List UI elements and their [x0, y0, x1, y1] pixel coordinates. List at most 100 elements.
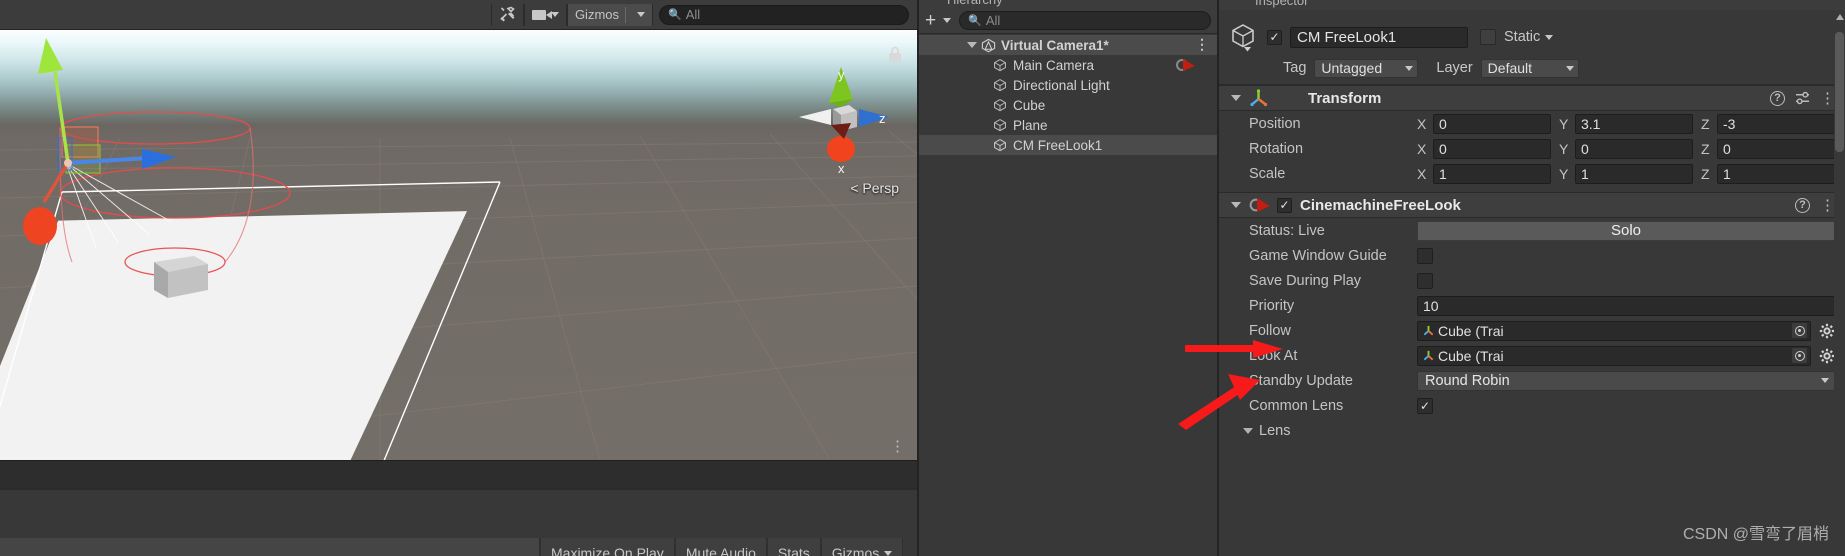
rotation-z-input[interactable]: 0: [1717, 138, 1835, 159]
inspector-scrollbar[interactable]: [1834, 10, 1845, 556]
chevron-down-icon[interactable]: [1545, 34, 1554, 40]
help-icon[interactable]: ?: [1770, 90, 1785, 106]
scene-viewport[interactable]: y z x < Persp: [0, 30, 917, 460]
gizmos-dropdown-button[interactable]: Gizmos: [820, 538, 904, 556]
look-at-object-field[interactable]: Cube (Trai: [1417, 345, 1811, 366]
scroll-up-arrow-icon[interactable]: [1836, 14, 1844, 20]
freelook-look-at-row: Look At Cube (Trai: [1219, 343, 1845, 368]
inspector-tab-label[interactable]: Inspector: [1255, 0, 1308, 8]
hierarchy-row-label: Directional Light: [1013, 77, 1110, 93]
hierarchy-search-placeholder: All: [985, 13, 1001, 28]
hierarchy-row-label: Main Camera: [1013, 57, 1095, 73]
triangle-down-icon[interactable]: [1231, 202, 1241, 208]
hierarchy-search-input[interactable]: 🔍 All: [959, 11, 1211, 30]
scale-x-input[interactable]: 1: [1433, 163, 1551, 184]
freelook-common-lens-row: Common Lens ✓: [1219, 393, 1845, 418]
position-y-input[interactable]: 3.1: [1575, 113, 1693, 134]
svg-text:x: x: [838, 161, 845, 175]
common-lens-checkbox[interactable]: ✓: [1417, 397, 1433, 414]
priority-input[interactable]: 10: [1417, 295, 1835, 316]
stats-button[interactable]: Stats: [766, 538, 821, 556]
chevron-down-icon[interactable]: [943, 18, 952, 23]
triangle-down-icon[interactable]: [1231, 95, 1241, 101]
game-window-guides-checkbox[interactable]: [1417, 247, 1433, 264]
gear-icon[interactable]: [1819, 348, 1835, 364]
mute-audio-button[interactable]: Mute Audio: [674, 538, 767, 556]
transform-position-row: Position X 0 Y 3.1 Z -3: [1219, 111, 1845, 136]
kebab-menu-icon[interactable]: ⋮: [1820, 198, 1835, 213]
layer-dropdown[interactable]: Default: [1480, 58, 1579, 78]
svg-text:z: z: [879, 111, 886, 126]
gameobject-name-input[interactable]: CM FreeLook1: [1290, 26, 1468, 48]
transform-component-header[interactable]: Transform ? ⋮: [1219, 85, 1845, 111]
scene-overflow-menu-icon[interactable]: ⋮: [890, 439, 905, 454]
scene-orientation-gizmo[interactable]: y z x: [791, 65, 895, 175]
gameobject-enabled-checkbox[interactable]: ✓: [1267, 29, 1282, 45]
hierarchy-tab-label[interactable]: Hierarchy: [947, 0, 1003, 7]
help-icon[interactable]: ?: [1795, 197, 1810, 213]
object-picker-icon[interactable]: [1791, 322, 1808, 339]
rotation-y-input[interactable]: 0: [1575, 138, 1693, 159]
scrollbar-thumb[interactable]: [1835, 32, 1844, 152]
chevron-down-icon: [637, 12, 645, 17]
hierarchy-row-main-camera[interactable]: Main Camera: [919, 55, 1217, 75]
rotation-x-input[interactable]: 0: [1433, 138, 1551, 159]
plane-wireframe: [0, 181, 501, 460]
scene-camera-icon: [531, 9, 552, 20]
axis-label-z: Z: [1701, 115, 1710, 132]
cinemachine-icon: [1249, 198, 1270, 212]
scale-y-input[interactable]: 1: [1575, 163, 1693, 184]
triangle-down-icon[interactable]: [967, 42, 977, 48]
scale-z-input[interactable]: 1: [1717, 163, 1835, 184]
unity-editor-window: Gizmos 🔍 All y z x < Persp ⋮ Maximize On…: [0, 0, 1845, 556]
chevron-down-icon: [1405, 65, 1414, 71]
standby-update-dropdown[interactable]: Round Robin: [1417, 370, 1835, 391]
maximize-on-play-button[interactable]: Maximize On Play: [540, 538, 675, 556]
object-picker-icon[interactable]: [1791, 347, 1808, 364]
component-enabled-checkbox[interactable]: ✓: [1277, 197, 1292, 213]
vector3-field: X 1 Y 1 Z 1: [1417, 163, 1835, 184]
property-label: Position: [1249, 115, 1301, 132]
freelook-game-window-guides-row: Game Window Guide: [1219, 243, 1845, 268]
static-checkbox[interactable]: [1480, 29, 1496, 45]
freelook-lens-foldout-row[interactable]: Lens: [1219, 418, 1845, 443]
position-x-input[interactable]: 0: [1433, 113, 1551, 134]
layer-value: Default: [1487, 60, 1533, 76]
gameobject-cube-icon: [994, 98, 1006, 112]
hierarchy-row-directional-light[interactable]: Directional Light: [919, 75, 1217, 95]
perspective-mode-label[interactable]: < Persp: [850, 180, 899, 196]
svg-text:y: y: [838, 67, 845, 82]
gizmos-button[interactable]: Gizmos: [566, 3, 653, 26]
look-at-value: Cube (Trai: [1438, 347, 1504, 364]
kebab-menu-icon[interactable]: ⋮: [1195, 37, 1209, 51]
gear-icon[interactable]: [1819, 323, 1835, 339]
component-title: CinemachineFreeLook: [1300, 196, 1461, 214]
gameobject-cube-icon: [994, 58, 1006, 72]
preset-icon[interactable]: [1795, 91, 1810, 105]
gameobject-cube-icon: [994, 118, 1006, 132]
cinemachine-badge-icon: [1176, 59, 1195, 71]
position-z-input[interactable]: -3: [1717, 113, 1835, 134]
hierarchy-row-cm-freelook1[interactable]: CM FreeLook1: [919, 135, 1217, 155]
transform-scale-row: Scale X 1 Y 1 Z 1: [1219, 161, 1845, 186]
kebab-menu-icon[interactable]: ⋮: [1820, 91, 1835, 106]
tools-wrench-icon[interactable]: [490, 3, 524, 26]
freelook-standby-update-row: Standby Update Round Robin: [1219, 368, 1845, 393]
follow-object-field[interactable]: Cube (Trai: [1417, 320, 1811, 341]
hierarchy-row-scene-root[interactable]: Virtual Camera1* ⋮: [919, 35, 1217, 55]
cinemachine-freelook-component-header[interactable]: ✓ CinemachineFreeLook ? ⋮: [1219, 192, 1845, 218]
solo-button[interactable]: Solo: [1417, 220, 1835, 241]
chevron-down-icon: [1821, 378, 1829, 383]
vector3-field: X 0 Y 0 Z 0: [1417, 138, 1835, 159]
tag-dropdown[interactable]: Untagged: [1314, 58, 1419, 78]
gizmos-label: Gizmos: [574, 7, 619, 22]
scene-camera-button[interactable]: [523, 3, 567, 26]
triangle-down-icon[interactable]: [1243, 427, 1253, 434]
hierarchy-row-plane[interactable]: Plane: [919, 115, 1217, 135]
add-gameobject-button[interactable]: +: [925, 11, 936, 30]
hierarchy-row-cube[interactable]: Cube: [919, 95, 1217, 115]
save-during-play-checkbox[interactable]: [1417, 272, 1433, 289]
lock-icon[interactable]: [887, 46, 903, 64]
freelook-priority-row: Priority 10: [1219, 293, 1845, 318]
scene-search-input[interactable]: 🔍 All: [659, 4, 909, 25]
